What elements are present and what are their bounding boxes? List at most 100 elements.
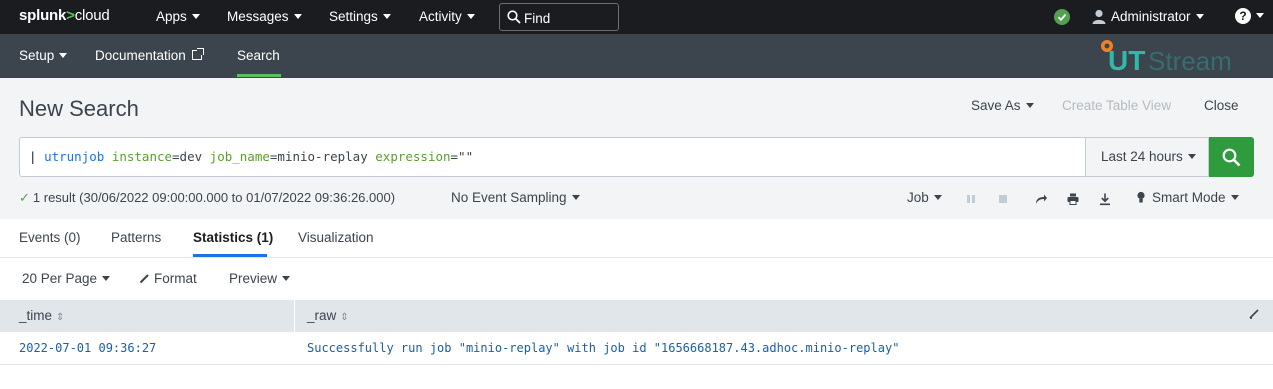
result-summary: ✓ 1 result (30/06/2022 09:00:00.000 to 01… [19, 190, 395, 206]
messages-menu[interactable]: Messages [227, 9, 302, 24]
chevron-down-icon [1187, 154, 1196, 159]
nav-search[interactable]: Search [237, 48, 280, 63]
per-page-label: 20 Per Page [22, 271, 98, 286]
pencil-icon [139, 274, 149, 284]
column-header-label: _raw [307, 308, 337, 323]
nav-search-label: Search [237, 48, 280, 63]
tab-active-indicator [193, 254, 267, 257]
nav-setup-label: Setup [19, 48, 55, 63]
result-summary-text: 1 result (30/06/2022 09:00:00.000 to 01/… [32, 190, 396, 205]
close-button[interactable]: Close [1204, 98, 1239, 113]
job-menu-label: Job [907, 190, 929, 205]
chevron-down-icon [1025, 103, 1034, 108]
search-icon [1222, 148, 1241, 167]
time-range-label: Last 24 hours [1101, 149, 1183, 164]
column-header-time[interactable]: _time ⇕ [19, 308, 64, 323]
health-status-icon[interactable] [1054, 9, 1070, 25]
activity-menu-label: Activity [419, 9, 462, 24]
create-table-view-button[interactable]: Create Table View [1062, 98, 1171, 113]
save-as-label: Save As [971, 98, 1021, 113]
nav-documentation-label: Documentation [95, 48, 186, 63]
chevron-down-icon [102, 276, 111, 281]
settings-menu[interactable]: Settings [329, 9, 391, 24]
sort-icon: ⇕ [340, 312, 349, 323]
sort-icon: ⇕ [56, 312, 65, 323]
query-arg-key: expression [375, 149, 451, 164]
chevron-down-icon [1256, 13, 1264, 18]
query-arg-key: instance [111, 149, 173, 164]
event-sampling-menu[interactable]: No Event Sampling [451, 190, 580, 205]
table-controls: 20 Per Page Format Preview [0, 258, 1273, 300]
utstream-app-logo[interactable]: UT Stream [1098, 38, 1258, 78]
tab-events[interactable]: Events (0) [19, 230, 81, 245]
query-arg-key: job_name [209, 149, 270, 164]
logo-text-cloud: cloud [74, 7, 110, 24]
format-label: Format [154, 271, 197, 286]
cell-time[interactable]: 2022-07-01 09:36:27 [19, 341, 156, 355]
share-icon[interactable] [1034, 192, 1048, 206]
chevron-down-icon [1195, 14, 1204, 19]
results-tabs: Events (0) Patterns Statistics (1) Visua… [0, 219, 1273, 258]
apps-menu-label: Apps [156, 9, 187, 24]
per-page-menu[interactable]: 20 Per Page [22, 271, 111, 286]
column-header-raw[interactable]: _raw ⇕ [307, 308, 349, 323]
chevron-down-icon [59, 53, 68, 58]
settings-menu-label: Settings [329, 9, 378, 24]
cell-raw[interactable]: Successfully run job "minio-replay" with… [307, 341, 899, 355]
page-title: New Search [19, 96, 139, 121]
logo-text-chevron: > [66, 7, 75, 24]
column-divider[interactable] [294, 300, 295, 332]
column-resize-icon[interactable] [1248, 308, 1260, 320]
query-arg-value: =minio-replay [269, 149, 368, 164]
search-query-input[interactable]: | utrunjob instance=dev job_name=minio-r… [19, 137, 1086, 177]
chevron-down-icon [282, 276, 291, 281]
query-arg-value: =dev [172, 149, 203, 164]
splunk-cloud-logo[interactable]: splunk>cloud [19, 7, 110, 24]
nav-documentation[interactable]: Documentation [95, 48, 204, 63]
user-icon [1092, 9, 1106, 24]
messages-menu-label: Messages [227, 9, 289, 24]
table-row[interactable]: 2022-07-01 09:36:27 Successfully run job… [0, 332, 1273, 365]
user-menu[interactable]: Administrator [1092, 9, 1204, 24]
event-sampling-label: No Event Sampling [451, 190, 567, 205]
search-icon [507, 10, 521, 24]
print-icon[interactable] [1066, 192, 1080, 206]
chevron-down-icon [571, 195, 580, 200]
column-header-label: _time [19, 308, 53, 323]
activity-menu[interactable]: Activity [419, 9, 475, 24]
find-input[interactable] [524, 9, 614, 27]
format-menu[interactable]: Format [139, 271, 197, 286]
save-as-button[interactable]: Save As [971, 98, 1034, 113]
preview-menu[interactable]: Preview [229, 271, 291, 286]
export-icon[interactable] [1098, 192, 1112, 206]
preview-label: Preview [229, 271, 278, 286]
run-search-button[interactable] [1209, 137, 1254, 177]
query-arg-value: ="" [450, 149, 474, 164]
logo-text-splunk: splunk [19, 7, 67, 24]
nav-setup[interactable]: Setup [19, 48, 68, 63]
chevron-down-icon [1230, 195, 1239, 200]
search-mode-label: Smart Mode [1152, 190, 1226, 205]
tab-visualization[interactable]: Visualization [298, 230, 374, 245]
chevron-down-icon [293, 14, 302, 19]
external-link-icon [191, 48, 204, 60]
check-icon [1057, 13, 1067, 22]
nav-active-indicator [237, 74, 281, 77]
chevron-down-icon [933, 195, 942, 200]
tab-patterns[interactable]: Patterns [111, 230, 161, 245]
apps-menu[interactable]: Apps [156, 9, 200, 24]
app-logo-stream: Stream [1148, 46, 1232, 76]
find-search-box[interactable] [499, 3, 619, 31]
tab-statistics[interactable]: Statistics (1) [193, 230, 273, 245]
time-range-picker[interactable]: Last 24 hours [1085, 137, 1209, 177]
search-query-text: | utrunjob instance=dev job_name=minio-r… [29, 149, 473, 164]
stop-icon[interactable] [996, 192, 1010, 206]
chevron-down-icon [466, 14, 475, 19]
help-icon: ? [1235, 8, 1251, 24]
help-menu[interactable]: ? [1235, 8, 1264, 24]
lightbulb-icon [1137, 191, 1145, 203]
pause-icon[interactable] [964, 192, 978, 206]
job-menu[interactable]: Job [907, 190, 942, 205]
user-name: Administrator [1111, 9, 1191, 24]
search-mode-menu[interactable]: Smart Mode [1136, 190, 1239, 205]
